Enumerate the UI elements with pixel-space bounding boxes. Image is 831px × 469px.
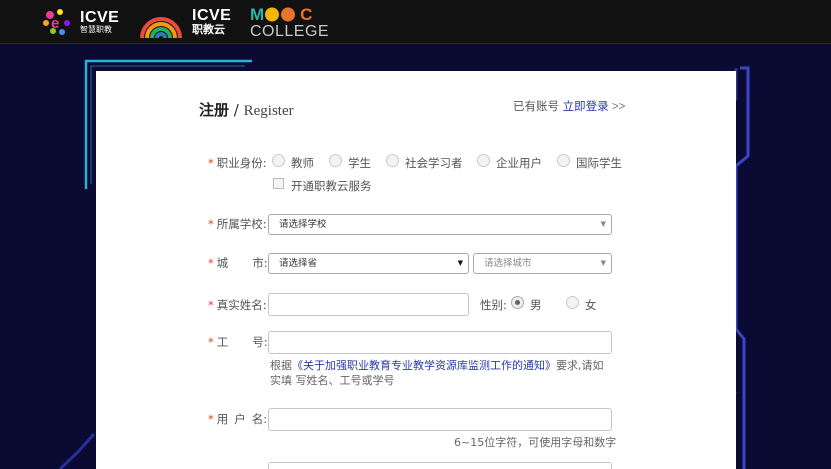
username-input[interactable] xyxy=(268,408,612,431)
work-id-input[interactable] xyxy=(268,331,612,354)
top-header-bar: e ICVE 智慧职教 ICVE 职教云 M C COLLEGE xyxy=(0,0,831,44)
form-title-cn: 注册 xyxy=(199,101,230,119)
mooc-letter-c: C xyxy=(300,5,313,24)
chevron-down-icon: ▼ xyxy=(457,259,463,267)
gender-radio-male[interactable] xyxy=(511,296,524,309)
gender-label: 性别: xyxy=(480,298,507,312)
rainbow-shell-icon xyxy=(140,17,182,39)
svg-text:e: e xyxy=(51,15,59,32)
identity-radio-international[interactable] xyxy=(557,154,570,167)
city-select-value: 请选择城市 xyxy=(484,258,532,269)
real-name-input[interactable] xyxy=(268,293,469,316)
login-link[interactable]: 立即登录 xyxy=(563,99,609,113)
icve-zjy-logo[interactable]: ICVE 职教云 xyxy=(138,4,231,40)
zjy-service-checkbox[interactable] xyxy=(273,178,284,189)
icve-flower-icon: e xyxy=(43,9,70,35)
zjy-service-label: 开通职教云服务 xyxy=(291,179,372,193)
mooc-college-logo[interactable]: M C COLLEGE xyxy=(250,5,329,41)
city-label: * 城市: xyxy=(208,256,268,270)
form-title-en: Register xyxy=(243,103,294,119)
form-title: 注册 / Register xyxy=(199,99,294,120)
identity-option-social-learner: 社会学习者 xyxy=(405,156,463,170)
real-name-label: * 真实姓名: xyxy=(208,298,267,312)
identity-radio-enterprise[interactable] xyxy=(477,154,490,167)
password-input[interactable] xyxy=(268,462,612,469)
login-prefix: 已有账号 xyxy=(513,99,563,113)
identity-radio-social-learner[interactable] xyxy=(386,154,399,167)
identity-radio-student[interactable] xyxy=(329,154,342,167)
username-label: * 用户名: xyxy=(208,412,268,426)
form-title-separator: / xyxy=(229,101,244,119)
icve-zjy-logo-main: ICVE xyxy=(192,7,232,24)
username-hint: 6~15位字符，可使用字母和数字 xyxy=(454,436,617,449)
school-select-value: 请选择学校 xyxy=(279,219,327,230)
icve-zjy-logo-sub: 职教云 xyxy=(192,23,225,36)
login-hint: 已有账号 立即登录 >> xyxy=(513,98,625,114)
work-id-note: 根据《关于加强职业教育专业教学资源库监测工作的通知》要求,请如 实填 写姓名、工… xyxy=(270,359,604,387)
identity-label: * 职业身份: xyxy=(208,156,267,170)
chevron-down-icon: ▼ xyxy=(600,220,606,228)
province-select-value: 请选择省 xyxy=(279,258,318,269)
mooc-circles-icon xyxy=(265,7,296,22)
icve-zhjj-logo-sub: 智慧职教 xyxy=(80,25,112,34)
college-wordmark: COLLEGE xyxy=(250,23,330,40)
required-mark: * xyxy=(208,156,214,170)
monitoring-notice-link[interactable]: 《关于加强职业教育专业教学资源库监测工作的通知》 xyxy=(292,359,556,372)
work-id-label: * 工号: xyxy=(208,335,268,349)
identity-option-student: 学生 xyxy=(348,156,371,170)
gender-option-female: 女 xyxy=(585,298,597,312)
mooc-letter-m: M xyxy=(250,5,265,24)
province-select[interactable]: 请选择省 ▼ xyxy=(268,253,469,274)
city-select[interactable]: 请选择城市 ▼ xyxy=(473,253,612,274)
icve-zhjj-logo[interactable]: e ICVE 智慧职教 xyxy=(40,5,119,39)
identity-option-international: 国际学生 xyxy=(576,156,622,170)
identity-option-enterprise: 企业用户 xyxy=(496,156,542,170)
gender-radio-female[interactable] xyxy=(566,296,579,309)
icve-zhjj-logo-main: ICVE xyxy=(80,9,120,26)
identity-option-teacher: 教师 xyxy=(291,156,314,170)
identity-radio-teacher[interactable] xyxy=(272,154,285,167)
school-select[interactable]: 请选择学校 ▼ xyxy=(268,214,612,235)
school-label: * 所属学校: xyxy=(208,217,267,231)
register-card: 注册 / Register 已有账号 立即登录 >> * 职业身份: 教师 学生 … xyxy=(96,71,736,469)
login-arrows: >> xyxy=(608,101,626,113)
chevron-down-icon: ▼ xyxy=(600,259,606,267)
gender-option-male: 男 xyxy=(530,298,542,312)
